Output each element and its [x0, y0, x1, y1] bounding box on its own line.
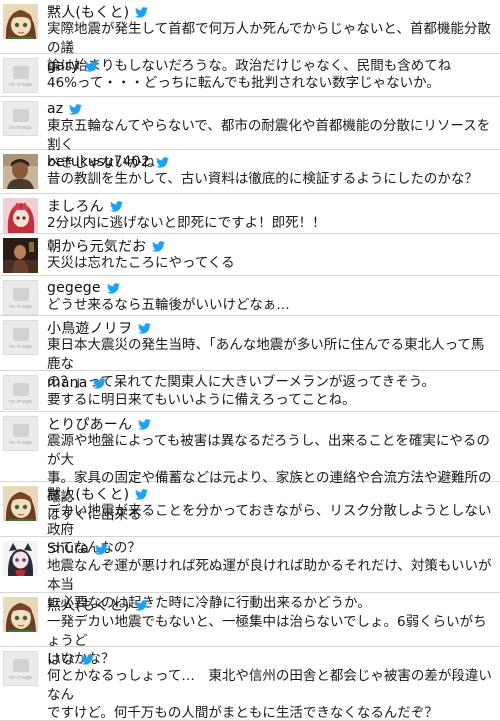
no-image-icon	[13, 109, 29, 122]
twitter-bird-icon	[135, 489, 148, 500]
user-name[interactable]: berukusu7402	[47, 154, 150, 170]
tweet-item: 黙人(もくと) デカい地震が来ることを分かっておきながら、リスク分散しようとしない…	[0, 482, 500, 556]
avatar[interactable]: no image	[3, 416, 38, 451]
tweet-header: ましろん	[47, 197, 123, 215]
avatar[interactable]	[3, 486, 38, 521]
tweet-text: 2分以内に逃げないと即死にですよ！即死！！	[47, 215, 326, 231]
no-image-icon	[13, 288, 29, 301]
user-name[interactable]: gegege	[47, 280, 101, 296]
tweet-header: az	[47, 100, 82, 118]
user-name[interactable]: 小鳥遊ノリヲ	[47, 318, 132, 338]
twitter-bird-icon	[135, 600, 148, 611]
avatar[interactable]: no image	[3, 375, 38, 410]
avatar[interactable]: no image	[3, 101, 38, 136]
user-name[interactable]: az	[47, 101, 63, 117]
user-name[interactable]: ましろん	[47, 196, 104, 216]
twitter-bird-icon	[85, 61, 98, 72]
no-image-label: no image	[8, 82, 33, 88]
tweet-header: 黙人(もくと)	[47, 3, 148, 21]
no-image-label: no image	[8, 344, 33, 350]
tweet-header: 黙人(もくと)	[47, 485, 148, 503]
avatar[interactable]: no image	[3, 280, 38, 315]
avatar[interactable]	[3, 4, 38, 39]
tweet-item: no image はな 何とかなるっしょって… 東北や信州の田舎と都会じゃ被害の差が…	[0, 647, 500, 721]
tweet-item: 朝から元気だお 天災は忘れたころにやってくる	[0, 234, 500, 276]
tweet-item: Shura 地震なんぞ運が悪ければ死ぬ運が良ければ助かるそれだけ、対策もいいが本当…	[0, 537, 500, 611]
tweet-header: とりぴあーん	[47, 415, 151, 433]
avatar[interactable]	[3, 238, 38, 273]
twitter-bird-icon	[81, 654, 94, 665]
user-name[interactable]: 黙人(もくと)	[47, 2, 129, 22]
no-image-icon	[13, 659, 29, 672]
tweet-header: gary	[47, 57, 98, 75]
tweet-text: 昔の教訓を生かして、古い資料は徹底的に検証するようにしたのかな？	[47, 171, 478, 187]
tweet-header: 朝から元気だお	[47, 237, 165, 255]
no-image-label: no image	[8, 440, 33, 446]
no-image-icon	[13, 66, 29, 79]
user-name[interactable]: 黙人(もくと)	[47, 484, 129, 504]
user-name[interactable]: 朝から元気だお	[47, 236, 146, 256]
tweet-feed: 黙人(もくと) 実際地震が発生して首都で何万人か死んでからじゃないと、首都機能分散…	[0, 0, 500, 721]
tweet-item: 黙人(もくと) 一発デカい地震でもないと、一極集中は治らないでしょ。6弱くらいがち…	[0, 593, 500, 667]
tweet-item: no image 小鳥遊ノリヲ 東日本大震災の発生当時、「あんな地震が多い所に住んで…	[0, 316, 500, 390]
tweet-text: どうせ来るなら五輪後がいいけどなぁ…	[47, 297, 290, 313]
tweet-text: 要するに明日来てもいいように備えろってことね。	[47, 392, 356, 408]
avatar[interactable]: no image	[3, 651, 38, 686]
user-name[interactable]: とりぴあーん	[47, 414, 132, 434]
user-name[interactable]: gary	[47, 58, 79, 74]
avatar[interactable]: no image	[3, 58, 38, 93]
twitter-bird-icon	[110, 201, 123, 212]
tweet-item: no image gary 46%って・・・どっちに転んでも批判されない数字じゃない…	[0, 54, 500, 97]
user-name[interactable]: 黙人(もくと)	[47, 595, 129, 615]
tweet-header: Shura	[47, 540, 108, 558]
tweet-text: 46%って・・・どっちに転んでも批判されない数字じゃないか。	[47, 75, 440, 91]
tweet-item: ましろん 2分以内に逃げないと即死にですよ！即死！！	[0, 194, 500, 234]
tweet-header: はな	[47, 650, 94, 668]
no-image-icon	[13, 383, 29, 396]
user-name[interactable]: mana	[47, 375, 87, 391]
tweet-header: gegege	[47, 279, 120, 297]
tweet-item: no image mana 要するに明日来てもいいように備えろってことね。	[0, 371, 500, 412]
tweet-item: berukusu7402 昔の教訓を生かして、古い資料は徹底的に検証するようにした…	[0, 150, 500, 194]
tweet-text: 何とかなるっしょって… 東北や信州の田舎と都会じゃ被害の差が段違いなん ですけど…	[47, 668, 492, 721]
tweet-text: 天災は忘れたころにやってくる	[47, 255, 235, 271]
no-image-label: no image	[8, 125, 33, 131]
twitter-bird-icon	[152, 241, 165, 252]
avatar[interactable]: no image	[3, 320, 38, 355]
twitter-bird-icon	[69, 104, 82, 115]
avatar[interactable]	[3, 597, 38, 632]
twitter-bird-icon	[156, 157, 169, 168]
twitter-bird-icon	[93, 378, 106, 389]
twitter-bird-icon	[95, 544, 108, 555]
twitter-bird-icon	[135, 7, 148, 18]
twitter-bird-icon	[107, 283, 120, 294]
tweet-header: berukusu7402	[47, 153, 169, 171]
no-image-icon	[13, 328, 29, 341]
twitter-bird-icon	[138, 323, 151, 334]
tweet-item: no image とりぴあーん 震源や地盤によっても被害は異なるだろうし、出来ること…	[0, 412, 500, 523]
no-image-label: no image	[8, 399, 33, 405]
avatar[interactable]	[3, 198, 38, 233]
tweet-item: no image gegege どうせ来るなら五輪後がいいけどなぁ…	[0, 276, 500, 316]
avatar[interactable]	[3, 541, 38, 576]
tweet-header: 小鳥遊ノリヲ	[47, 319, 151, 337]
tweet-item: no image az 東京五輪なんてやらないで、都市の耐震化や首都機能の分散にリソ…	[0, 97, 500, 171]
twitter-bird-icon	[138, 419, 151, 430]
tweet-item: 黙人(もくと) 実際地震が発生して首都で何万人か死んでからじゃないと、首都機能分散…	[0, 0, 500, 74]
tweet-header: 黙人(もくと)	[47, 596, 148, 614]
no-image-label: no image	[8, 675, 33, 681]
user-name[interactable]: はな	[47, 649, 75, 669]
no-image-label: no image	[8, 304, 33, 310]
no-image-icon	[13, 424, 29, 437]
tweet-header: mana	[47, 374, 106, 392]
avatar[interactable]	[3, 154, 38, 189]
user-name[interactable]: Shura	[47, 541, 89, 557]
